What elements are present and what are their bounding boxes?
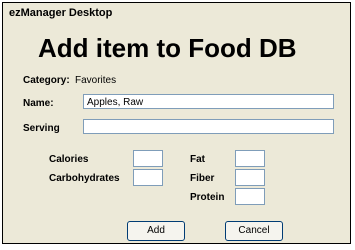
serving-label: Serving: [23, 123, 60, 134]
name-field[interactable]: Apples, Raw: [83, 94, 334, 109]
carbohydrates-label: Carbohydrates: [49, 173, 120, 184]
page-title: Add item to Food DB: [38, 33, 297, 63]
fat-label: Fat: [190, 154, 205, 165]
calories-label: Calories: [49, 154, 89, 165]
window-title: ezManager Desktop: [9, 7, 113, 19]
category-label: Category:: [23, 75, 70, 86]
fat-field[interactable]: [235, 150, 265, 167]
fiber-label: Fiber: [190, 173, 215, 184]
protein-label: Protein: [190, 192, 225, 203]
dialog-window: ezManager Desktop Add item to Food DB Ca…: [2, 2, 351, 244]
serving-field[interactable]: [83, 119, 334, 134]
protein-field[interactable]: [235, 188, 265, 205]
category-value: Favorites: [75, 75, 117, 86]
name-label: Name:: [23, 98, 54, 109]
cancel-button[interactable]: Cancel: [225, 221, 283, 241]
fiber-field[interactable]: [235, 169, 265, 186]
add-button[interactable]: Add: [127, 221, 185, 241]
calories-field[interactable]: [133, 150, 163, 167]
carbohydrates-field[interactable]: [133, 169, 163, 186]
